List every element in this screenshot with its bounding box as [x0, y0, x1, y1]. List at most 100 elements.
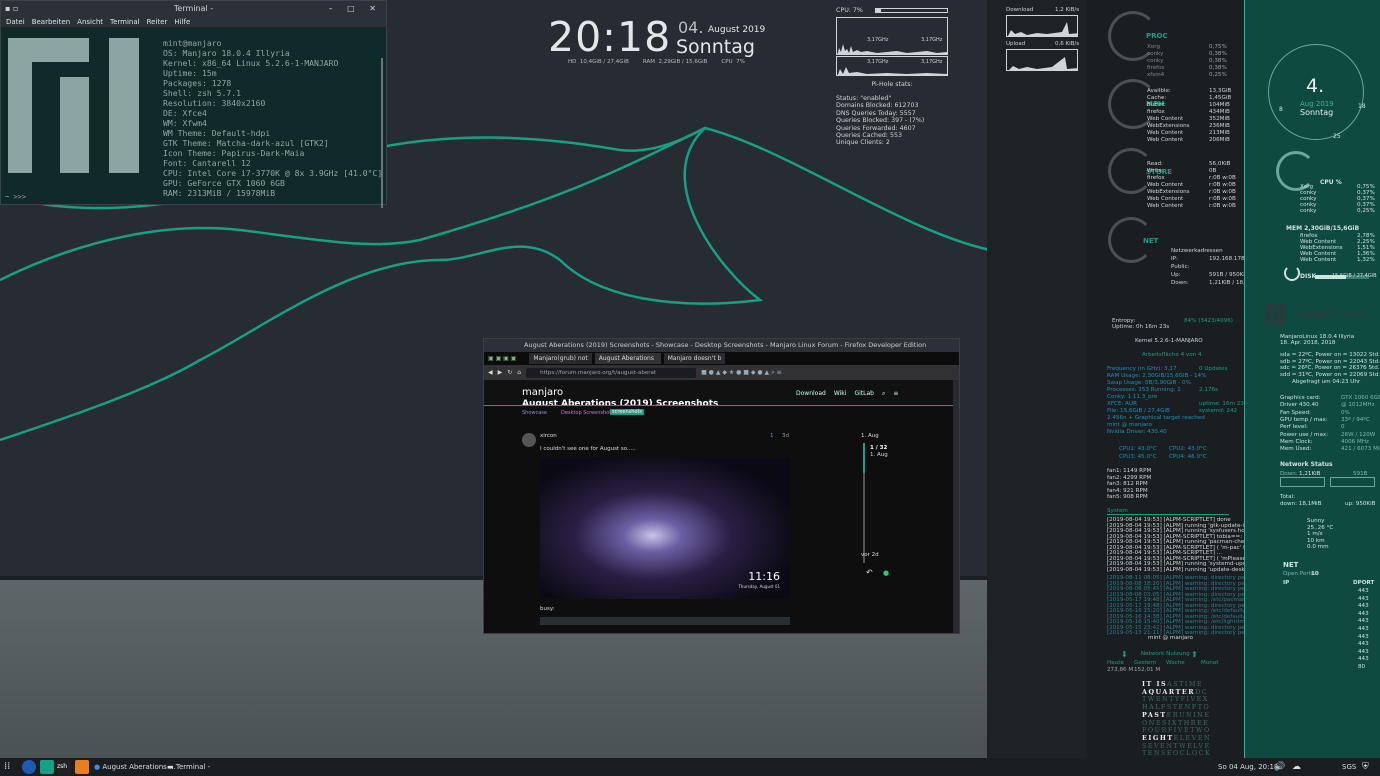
cpu-usage-label: CPU: 7%	[836, 7, 863, 14]
reply-icon[interactable]: ↶	[866, 568, 873, 577]
manjaro-site-logo[interactable]: manjaro	[522, 387, 563, 398]
screenshot-time: 11:16	[748, 570, 780, 583]
screenshot-image[interactable]: 11:16 Thursday, August 01	[540, 458, 790, 599]
nav-wiki[interactable]: Wiki	[834, 390, 847, 398]
page-title-overflow: August Aberations (2019) Screenshots	[522, 399, 719, 409]
pihole-widget: CPU: 7% 3,17GHz 3,17GHz 3,17GHz 3,17GHz …	[836, 6, 948, 147]
nav-download[interactable]: Download	[796, 390, 826, 398]
keyboard-layout[interactable]: SGS	[1342, 761, 1356, 773]
cpu-bar	[874, 8, 948, 13]
drive-label: sdd = 31ºC, Power on = 22069 Std.	[1280, 371, 1380, 378]
window-menu-icon[interactable]: ▪ ▫	[5, 1, 18, 16]
menu-reiter[interactable]: Reiter	[147, 16, 168, 27]
reload-icon[interactable]: ↻	[507, 369, 512, 376]
gpu-value: 421 / 6073 MiB	[1341, 446, 1380, 453]
post-user[interactable]: xircon	[540, 433, 557, 439]
status-dot-icon: ●	[883, 569, 890, 577]
cpu-graph-1: 3,17GHz 3,17GHz	[836, 17, 948, 55]
port-label: 443	[1358, 626, 1369, 632]
store-row-label: WebExtensions	[1147, 189, 1190, 195]
busy-text: busy:	[540, 606, 555, 612]
net-up-graph	[1330, 477, 1375, 487]
taskbar-clock[interactable]: So 04 Aug, 20:18	[1218, 761, 1278, 773]
shield-icon[interactable]: ⛨	[1362, 761, 1369, 773]
terminal-body[interactable]: mint@manjaro OS: Manjaro 18.0.4 Illyria Ke…	[1, 28, 386, 208]
gpu-label: Mem Used:	[1280, 446, 1312, 453]
manjaro-logo-icon	[1266, 304, 1286, 325]
forum-nav: Download Wiki GitLab ⌕ ≡	[796, 390, 898, 398]
pihole-title: Pi-Hole stats:	[871, 81, 913, 88]
url-bar[interactable]: https://forum.manjaro.org/t/august-abera…	[526, 367, 697, 378]
menu-datei[interactable]: Datei	[6, 16, 25, 27]
timeline-position: 1 / 32	[870, 445, 888, 451]
back-icon[interactable]: ◀	[488, 369, 493, 376]
task-terminal[interactable]: ▬ Terminal -	[167, 761, 210, 773]
weather-label: 10 km	[1307, 537, 1325, 544]
page-scrollbar[interactable]	[953, 380, 959, 633]
tab-august-aberations[interactable]: August Aberations	[594, 353, 661, 364]
drive-label: sda = 22ºC, Power on = 13022 Std.	[1280, 352, 1380, 358]
clock-time: 20:18	[548, 13, 672, 61]
mem-row-label: Buffer:	[1147, 102, 1166, 108]
search-icon[interactable]: ⌕	[882, 390, 885, 398]
sys-row-label: mint @ manjaro	[1107, 422, 1152, 428]
firefox-window[interactable]: August Aberations (2019) Screenshots - S…	[483, 338, 960, 634]
store-row-value: 56,0KiB	[1209, 161, 1231, 167]
window-controls[interactable]: – □ ✕	[329, 1, 382, 16]
nav-gitlab[interactable]: GitLab	[854, 390, 874, 398]
sys-right-value: 2.176s	[1199, 387, 1218, 393]
app-menu-icon[interactable]: ⁞⁞	[4, 760, 18, 774]
terminal-scrollbar[interactable]	[381, 58, 383, 208]
conky-network-panel: Download 1,2 KiB/s Upload 0,6 KiB/s	[987, 0, 1087, 758]
pihole-stats: Status: "enabled" Domains Blocked: 612703…	[836, 95, 925, 147]
tag-badge[interactable]: screenshots	[610, 409, 645, 415]
tab-nav-icons[interactable]: ▣ ▣ ▣ ▣	[488, 355, 516, 362]
shell-prompt[interactable]: ~ >>>	[5, 193, 26, 201]
terminal-launcher-icon[interactable]: zsh	[57, 760, 71, 774]
menu-terminal[interactable]: Terminal	[110, 16, 140, 27]
mem-proc-label: Web Content	[1300, 257, 1337, 263]
store-row-label: Web Content	[1147, 203, 1184, 209]
menu-ansicht[interactable]: Ansicht	[77, 16, 103, 27]
avatar[interactable]	[522, 433, 536, 447]
menu-hilfe[interactable]: Hilfe	[174, 16, 190, 27]
forward-icon[interactable]: ▶	[498, 369, 503, 376]
navigation-bar: ◀ ▶ ↻ ⌂ https://forum.manjaro.org/t/augu…	[484, 365, 959, 380]
tab-manjaro-grub[interactable]: Manjaro(grub) not	[529, 353, 592, 364]
desktop: ▪ ▫ Terminal - – □ ✕ Datei Bearbeiten An…	[0, 0, 1380, 776]
files-launcher-icon[interactable]	[75, 760, 89, 774]
port-label: 80	[1358, 664, 1366, 670]
net-row-value: 591B / 950KiB	[1209, 272, 1249, 278]
cpu-proc-label: conky	[1300, 208, 1317, 214]
proc-row-label: conky	[1147, 51, 1164, 57]
store-row-label: Web Content	[1147, 182, 1184, 188]
task-firefox[interactable]: ● August Aberations ...	[94, 761, 176, 773]
timeline-end[interactable]: vor 2d	[861, 552, 879, 558]
mem-row-value: 206MiB	[1209, 137, 1230, 143]
gpu-label: Graphics card:	[1280, 395, 1321, 401]
fan-label: fan5: 908 RPM	[1107, 494, 1148, 500]
weather-icon[interactable]: ☁	[1292, 761, 1301, 773]
proc-row-value: 0,38%	[1209, 58, 1227, 64]
timeline-top[interactable]: 1. Aug	[861, 433, 879, 439]
mem-row-label: Web Content	[1147, 130, 1184, 136]
terminal-titlebar[interactable]: ▪ ▫ Terminal - – □ ✕	[1, 1, 386, 16]
home-icon[interactable]: ⌂	[517, 369, 521, 376]
sys-row-label: File: 15,6GiB / 27,4GiB	[1107, 408, 1170, 414]
tab-manjaro-doesnt[interactable]: Manjaro doesn't b	[663, 353, 726, 364]
firefox-titlebar[interactable]: August Aberations (2019) Screenshots - S…	[484, 339, 959, 352]
extension-icons[interactable]: ■ ● ▲ ◆ ★ ● ■ ◆ ● ▲ » ≡	[701, 369, 782, 376]
gpu-label: Mem Clock:	[1280, 438, 1313, 445]
crumb-desktop[interactable]: Desktop Screenshots	[561, 410, 614, 416]
manjaro-launcher-icon[interactable]	[40, 760, 54, 774]
terminal-window[interactable]: ▪ ▫ Terminal - – □ ✕ Datei Bearbeiten An…	[0, 0, 387, 208]
volume-icon[interactable]: 🔊	[1274, 761, 1285, 773]
menu-icon[interactable]: ≡	[893, 390, 898, 398]
firefox-launcher-icon[interactable]	[22, 760, 36, 774]
port-label: 443	[1358, 618, 1369, 625]
gpu-label: Power use / max:	[1280, 431, 1329, 438]
timeline-handle[interactable]	[863, 443, 865, 473]
crumb-showcase[interactable]: Showcase	[522, 410, 547, 416]
store-row-value: 0B	[1209, 168, 1217, 174]
menu-bearbeiten[interactable]: Bearbeiten	[32, 16, 70, 27]
